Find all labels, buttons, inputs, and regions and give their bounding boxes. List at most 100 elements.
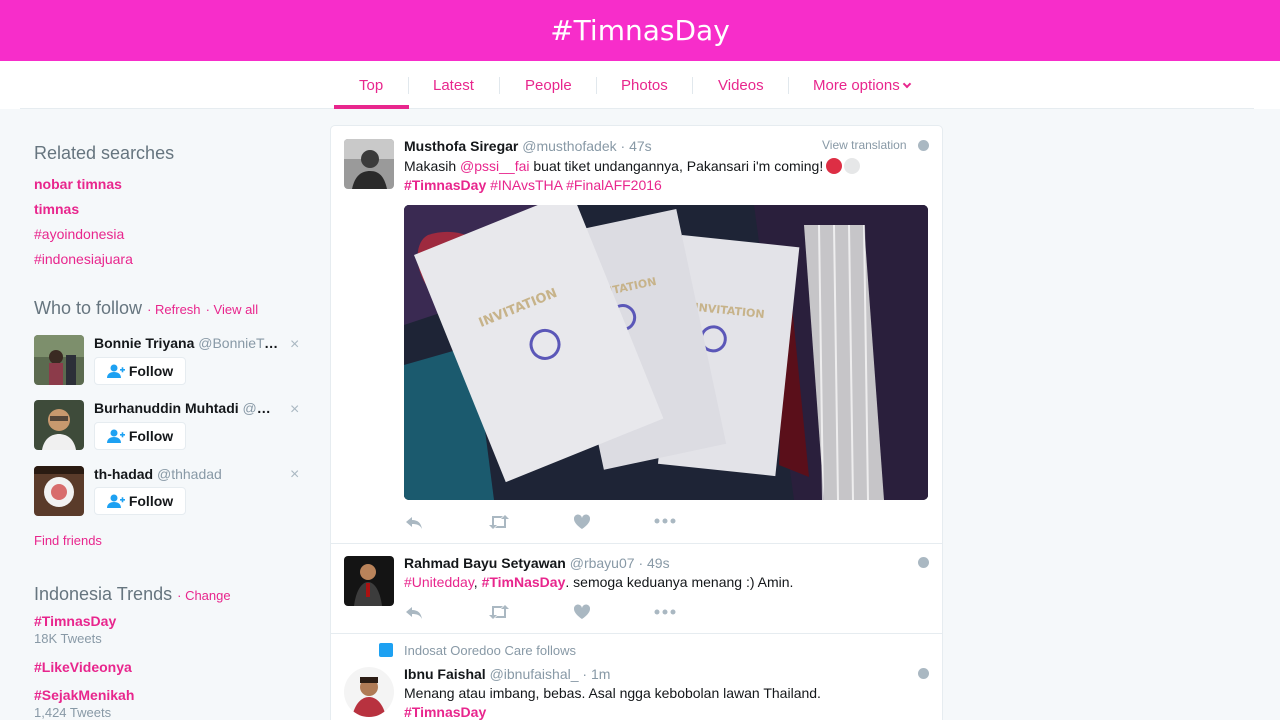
user-handle: @Bu... xyxy=(242,400,280,416)
tab-more-options-label: More options xyxy=(813,77,900,94)
tab-separator xyxy=(692,77,693,94)
trend-item[interactable]: #LikeVideonya xyxy=(34,659,132,675)
tab-videos[interactable]: Videos xyxy=(718,77,764,94)
tab-separator xyxy=(499,77,500,94)
chevron-down-icon xyxy=(902,79,911,89)
tweet-timestamp[interactable]: 47s xyxy=(629,138,652,154)
tweet-divider xyxy=(331,543,942,544)
related-searches-title: Related searches xyxy=(34,143,175,163)
reply-icon[interactable] xyxy=(404,514,424,530)
find-friends-link[interactable]: Find friends xyxy=(34,533,102,548)
view-translation-link[interactable]: View translation xyxy=(822,138,907,152)
tab-separator xyxy=(408,77,409,94)
follow-button[interactable]: Follow xyxy=(94,487,186,515)
related-search-link[interactable]: timnas xyxy=(34,201,79,217)
avatar[interactable] xyxy=(34,466,84,516)
reply-icon[interactable] xyxy=(404,604,424,620)
tweet-timestamp[interactable]: 49s xyxy=(647,555,670,571)
hashtag-link[interactable]: #TimnasDay xyxy=(404,177,486,193)
follow-user-icon xyxy=(106,364,125,378)
trend-item[interactable]: #SejakMenikah xyxy=(34,687,134,703)
user-handle: @BonnieTri... xyxy=(198,335,280,351)
close-icon[interactable]: × xyxy=(290,336,299,354)
tweet-timestamp[interactable]: 1m xyxy=(591,666,610,682)
follows-context[interactable]: Indosat Ooredoo Care follows xyxy=(404,643,576,658)
trends-heading: Indonesia Trends xyxy=(34,584,173,604)
related-search-link[interactable]: #indonesiajuara xyxy=(34,251,133,267)
follow-button-label: Follow xyxy=(128,493,174,509)
tweet-author-handle[interactable]: @ibnufaishal_ xyxy=(490,666,579,682)
view-all-link[interactable]: View all xyxy=(214,302,259,317)
like-icon[interactable] xyxy=(573,514,591,530)
tab-photos[interactable]: Photos xyxy=(621,77,668,94)
tweet-text: Menang atau imbang, bebas. Asal ngga keb… xyxy=(404,685,821,701)
related-search-link[interactable]: #ayoindonesia xyxy=(34,226,124,242)
tab-separator xyxy=(788,77,789,94)
tweet-author-handle[interactable]: @rbayu07 xyxy=(570,555,635,571)
follow-user-icon xyxy=(106,494,125,508)
tweet-photo[interactable]: INVITATION INVITATION INVITATION xyxy=(404,205,928,500)
tweet-header: Musthofa Siregar @musthofadek · 47s xyxy=(404,138,652,154)
user-name: Burhanuddin Muhtadi xyxy=(94,400,239,416)
header-bar: #TimnasDay xyxy=(0,0,1280,61)
globe-icon xyxy=(918,557,929,568)
mention-link[interactable]: @pssi__fai xyxy=(460,158,529,174)
follows-context-icon xyxy=(379,643,393,657)
page-title: #TimnasDay xyxy=(550,14,730,47)
avatar[interactable] xyxy=(34,400,84,450)
user-card-name[interactable]: th-hadad @thhadad xyxy=(94,466,280,482)
close-icon[interactable]: × xyxy=(290,401,299,419)
white-circle-icon xyxy=(844,158,861,174)
more-icon[interactable] xyxy=(654,607,676,617)
like-icon[interactable] xyxy=(573,604,591,620)
tweet-author-handle[interactable]: @musthofadek xyxy=(522,138,616,154)
tweet-header: Ibnu Faishal @ibnufaishal_ · 1m xyxy=(404,666,611,682)
tweet-author-name[interactable]: Musthofa Siregar xyxy=(404,138,518,154)
close-icon[interactable]: × xyxy=(290,466,299,484)
hashtag-link[interactable]: #INAvsTHA #FinalAFF2016 xyxy=(486,177,662,193)
globe-icon xyxy=(918,140,929,151)
nav-divider xyxy=(20,108,1254,109)
trend-count: 18K Tweets xyxy=(34,631,102,646)
tab-people[interactable]: People xyxy=(525,77,572,94)
tweet-text: #Unitedday, #TimNasDay. semoga keduanya … xyxy=(404,574,794,590)
tweet-divider xyxy=(331,633,942,634)
avatar[interactable] xyxy=(344,556,394,606)
tweet-text: Makasih @pssi__fai buat tiket undanganny… xyxy=(404,158,861,174)
follow-button-label: Follow xyxy=(128,363,174,379)
change-trends-link[interactable]: Change xyxy=(185,588,231,603)
tweet-author-name[interactable]: Ibnu Faishal xyxy=(404,666,486,682)
related-search-link[interactable]: nobar timnas xyxy=(34,176,122,192)
trends-title: Indonesia Trends · Change xyxy=(34,584,231,604)
globe-icon xyxy=(918,668,929,679)
tab-more-options[interactable]: More options xyxy=(813,77,911,94)
who-to-follow-title: Who to follow · Refresh · View all xyxy=(34,298,259,318)
refresh-link[interactable]: Refresh xyxy=(155,302,201,317)
hashtag-link[interactable]: #TimNasDay xyxy=(482,574,566,590)
hashtag-link[interactable]: #Unitedday xyxy=(404,574,474,590)
tweet-hashtags: #TimnasDay xyxy=(404,704,486,720)
retweet-icon[interactable] xyxy=(488,514,510,530)
avatar[interactable] xyxy=(344,139,394,189)
red-circle-icon xyxy=(826,158,843,174)
user-name: Bonnie Triyana xyxy=(94,335,195,351)
user-handle: @thhadad xyxy=(157,466,222,482)
avatar[interactable] xyxy=(344,667,394,717)
tweet-author-name[interactable]: Rahmad Bayu Setyawan xyxy=(404,555,566,571)
retweet-icon[interactable] xyxy=(488,604,510,620)
tab-top[interactable]: Top xyxy=(359,77,383,94)
user-card-name[interactable]: Burhanuddin Muhtadi @Bu... xyxy=(94,400,280,416)
tab-latest[interactable]: Latest xyxy=(433,77,474,94)
follow-button[interactable]: Follow xyxy=(94,422,186,450)
tweet-hashtags: #TimnasDay #INAvsTHA #FinalAFF2016 xyxy=(404,177,662,193)
more-icon[interactable] xyxy=(654,516,676,526)
hashtag-link[interactable]: #TimnasDay xyxy=(404,704,486,720)
invitation-photo: INVITATION INVITATION INVITATION xyxy=(404,205,928,500)
trend-item[interactable]: #TimnasDay xyxy=(34,613,116,629)
avatar[interactable] xyxy=(34,335,84,385)
user-card-name[interactable]: Bonnie Triyana @BonnieTri... xyxy=(94,335,280,351)
who-to-follow-heading: Who to follow xyxy=(34,298,143,318)
follow-user-icon xyxy=(106,429,125,443)
follow-button[interactable]: Follow xyxy=(94,357,186,385)
active-tab-indicator xyxy=(334,105,409,109)
